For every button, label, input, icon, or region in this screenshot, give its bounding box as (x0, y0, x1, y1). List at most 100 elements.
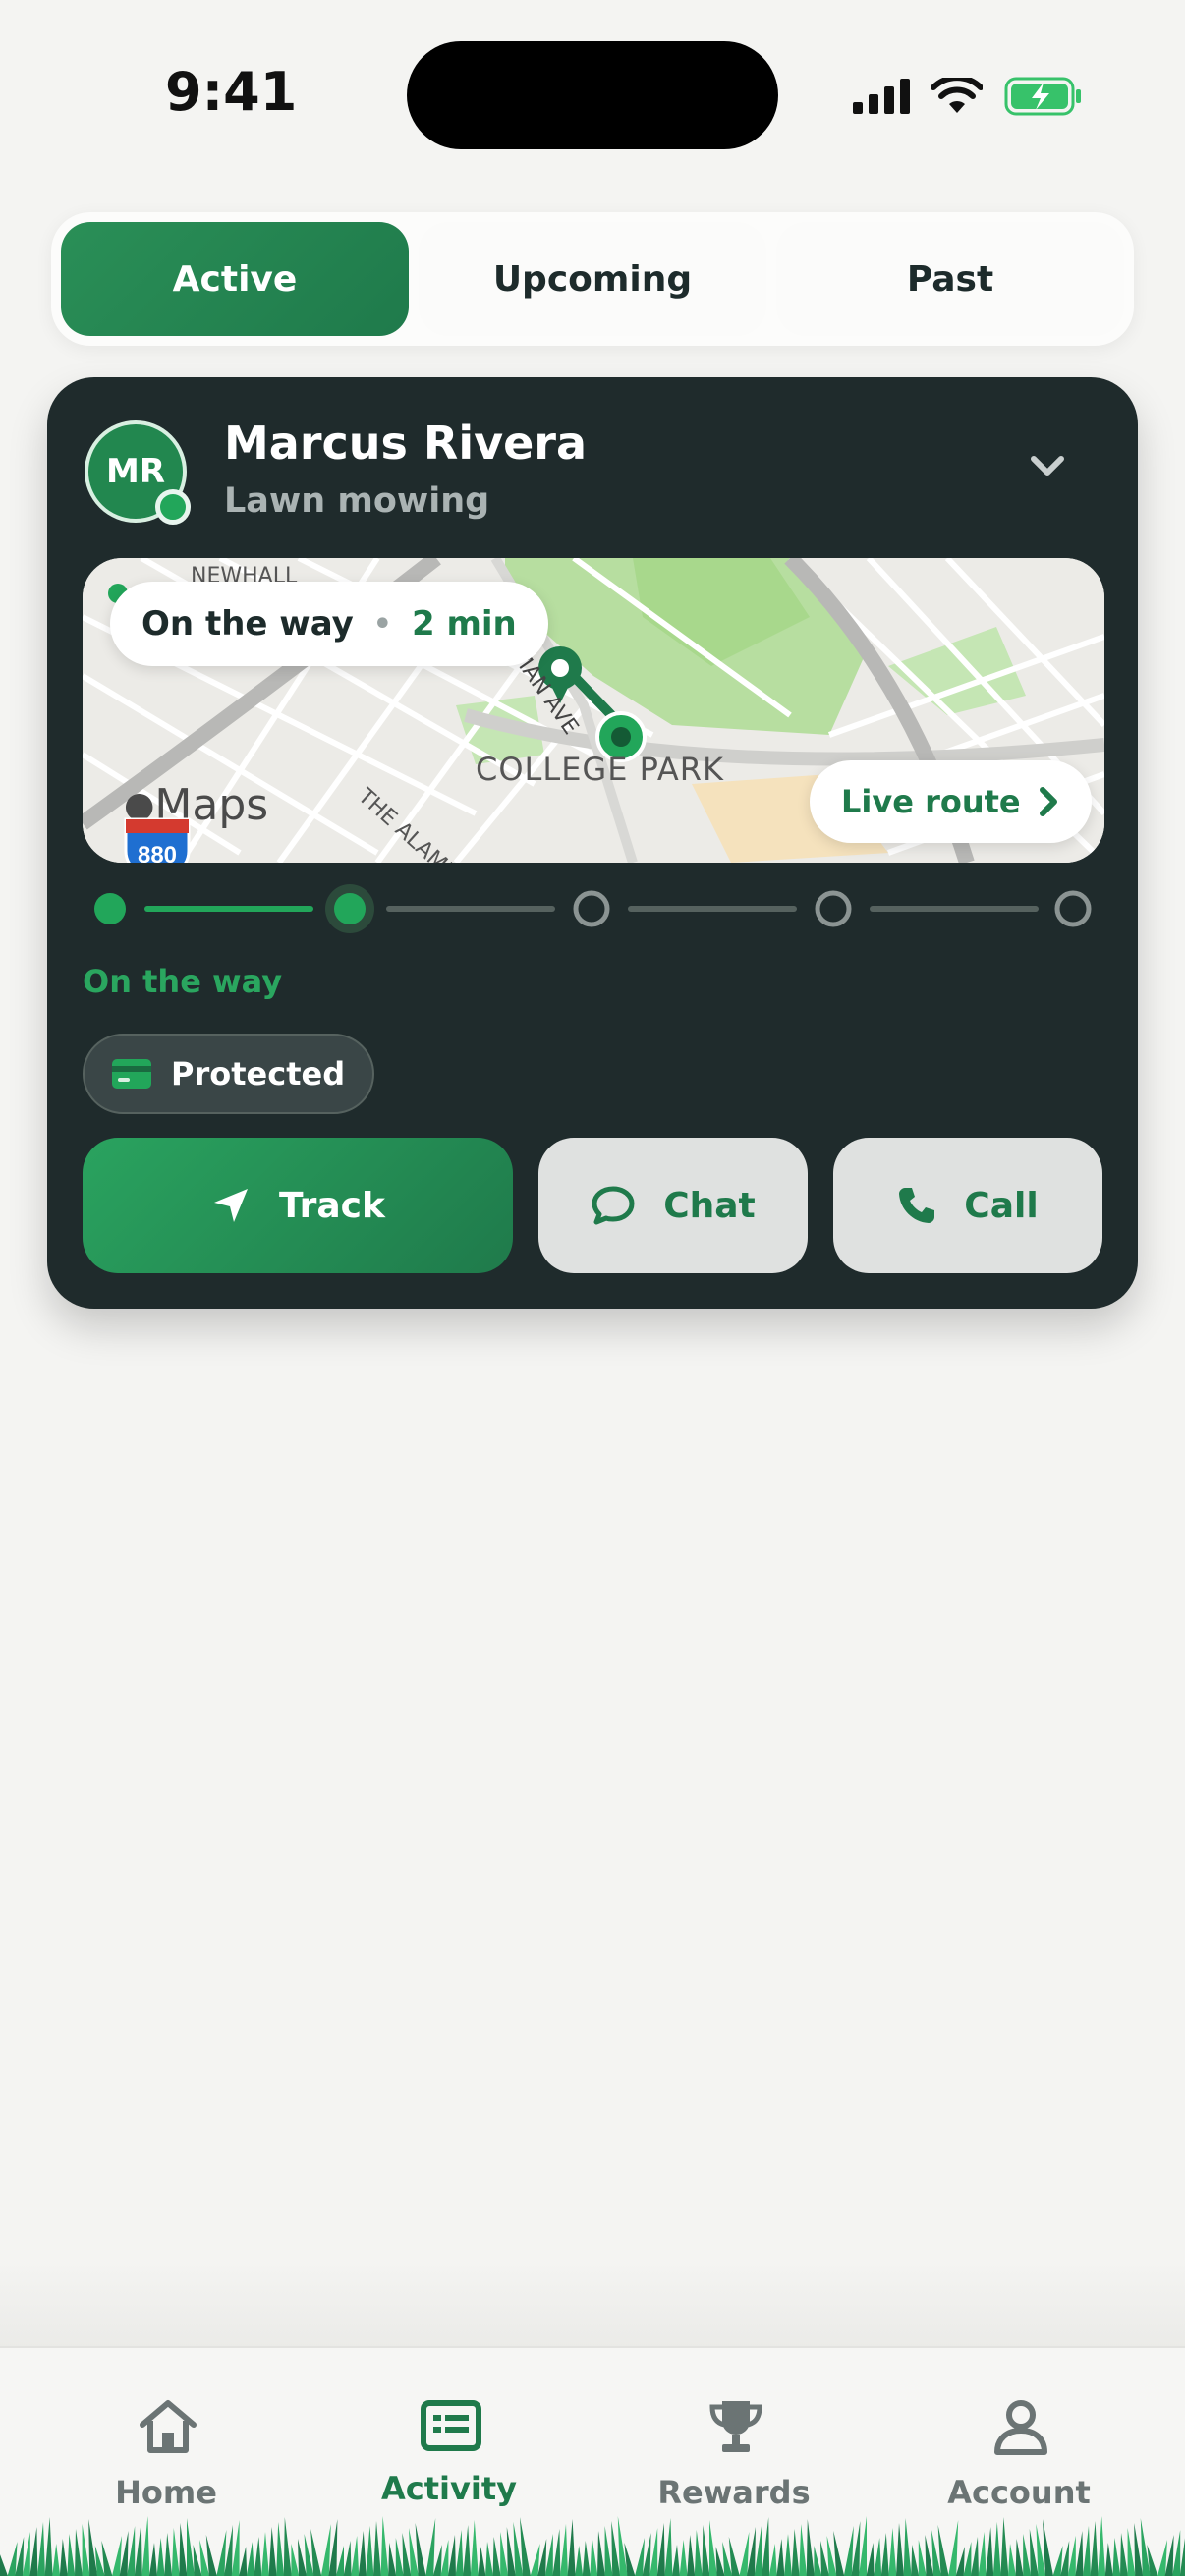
progress-step-complete (94, 893, 126, 924)
grass-blade (955, 2547, 965, 2576)
grass-blade (530, 2544, 540, 2576)
live-route-label: Live route (841, 783, 1021, 820)
grass-blade (918, 2540, 927, 2576)
grass-blade (656, 2523, 665, 2576)
eta-time: 2 min (411, 604, 517, 644)
nav-label-account: Account (947, 2474, 1091, 2511)
grass-blade (366, 2526, 374, 2576)
grass-blade (687, 2535, 696, 2576)
grass-blade (1120, 2533, 1128, 2576)
grass-blade (784, 2534, 792, 2576)
grass-blade (874, 2538, 882, 2576)
grass-blade (112, 2536, 122, 2576)
avatar-initials: MR (105, 452, 165, 491)
progress-step-current (334, 893, 366, 924)
grass-blade (82, 2524, 90, 2576)
grass-blade (432, 2545, 442, 2576)
grass-blade (246, 2542, 254, 2576)
live-route-button[interactable]: Live route (810, 760, 1092, 843)
grass-blade (380, 2516, 389, 2576)
grass-blade (1008, 2544, 1016, 2576)
grass-blade (29, 2527, 38, 2576)
location-arrow-icon (214, 1189, 249, 1222)
grass-blade (336, 2546, 344, 2576)
grass-blade (560, 2524, 568, 2576)
grass-blade (1015, 2539, 1024, 2576)
dynamic-island (407, 41, 778, 149)
grass-blade (1075, 2531, 1084, 2576)
grass-blade (911, 2545, 920, 2576)
grass-blade (963, 2542, 972, 2576)
grass-blade (582, 2541, 591, 2576)
grass-blade (866, 2543, 875, 2576)
grass-blade (52, 2544, 61, 2576)
grass-blade (978, 2532, 987, 2576)
tab-upcoming[interactable]: Upcoming (419, 222, 766, 336)
grass-blade (283, 2517, 292, 2576)
grass-blade (59, 2539, 68, 2576)
grass-blade (664, 2518, 673, 2576)
grass-blade (762, 2517, 770, 2576)
tab-past[interactable]: Past (776, 222, 1124, 336)
grass-blade (470, 2520, 479, 2576)
grass-blade (1052, 2546, 1063, 2576)
grass-blade (1098, 2516, 1106, 2576)
highway-number: 880 (138, 842, 177, 863)
grass-blade (806, 2519, 815, 2576)
grass-blade (880, 2533, 889, 2576)
phone-icon (899, 1188, 935, 1223)
track-label: Track (279, 1185, 385, 1226)
grass-blade (492, 2537, 501, 2576)
grass-blade (739, 2532, 750, 2576)
current-step-label: On the way (83, 963, 283, 1000)
grass-blade (261, 2532, 269, 2576)
grass-blade (254, 2537, 262, 2576)
progress-tracker (94, 884, 1092, 933)
call-button[interactable]: Call (833, 1138, 1102, 1273)
grass-blade (276, 2522, 285, 2576)
chat-label: Chat (663, 1185, 756, 1226)
grass-blade (575, 2546, 584, 2576)
activity-icon (421, 2400, 481, 2451)
grass-blade (604, 2526, 613, 2576)
chat-button[interactable]: Chat (538, 1138, 808, 1273)
grass-blade (156, 2538, 165, 2576)
grass-blade (672, 2545, 680, 2576)
grass-decoration (0, 2516, 1185, 2576)
grass-blade (1112, 2538, 1121, 2576)
grass-blade (88, 2519, 98, 2576)
eta-status: On the way (141, 604, 354, 644)
grass-blade (149, 2543, 157, 2576)
grass-blade (1083, 2526, 1091, 2576)
online-status-dot (155, 489, 191, 525)
grass-blade (478, 2547, 486, 2576)
nav-label-rewards: Rewards (657, 2474, 811, 2511)
protected-badge[interactable]: Protected (83, 1034, 375, 1114)
grass-blade (485, 2542, 493, 2576)
grass-blade (455, 2530, 464, 2576)
tab-active[interactable]: Active (61, 222, 409, 336)
grass-blade (635, 2538, 645, 2576)
grass-blade (971, 2537, 979, 2576)
grass-blade (1127, 2528, 1136, 2576)
grass-blade (1157, 2540, 1167, 2576)
nav-label-home: Home (115, 2474, 217, 2511)
grass-blade (216, 2530, 227, 2576)
card-icon (112, 1059, 151, 1089)
grass-blade (373, 2521, 381, 2576)
grass-blade (694, 2530, 703, 2576)
grass-blade (179, 2523, 188, 2576)
grass-blade (320, 2524, 331, 2576)
grass-blade (597, 2531, 605, 2576)
map-area-label: COLLEGE PARK (476, 751, 724, 788)
chevron-down-icon[interactable] (1020, 438, 1075, 493)
grass-blade (1140, 2518, 1151, 2576)
track-button[interactable]: Track (83, 1138, 513, 1273)
grass-blade (67, 2534, 76, 2576)
grass-blade (171, 2528, 180, 2576)
grass-blade (1104, 2543, 1113, 2576)
grass-blade (776, 2539, 785, 2576)
grass-blade (388, 2543, 397, 2576)
grass-blade (1023, 2534, 1032, 2576)
live-map[interactable]: NEWHALL COLEMAN AVE THE ALAMEDA COLLEGE … (83, 558, 1104, 863)
